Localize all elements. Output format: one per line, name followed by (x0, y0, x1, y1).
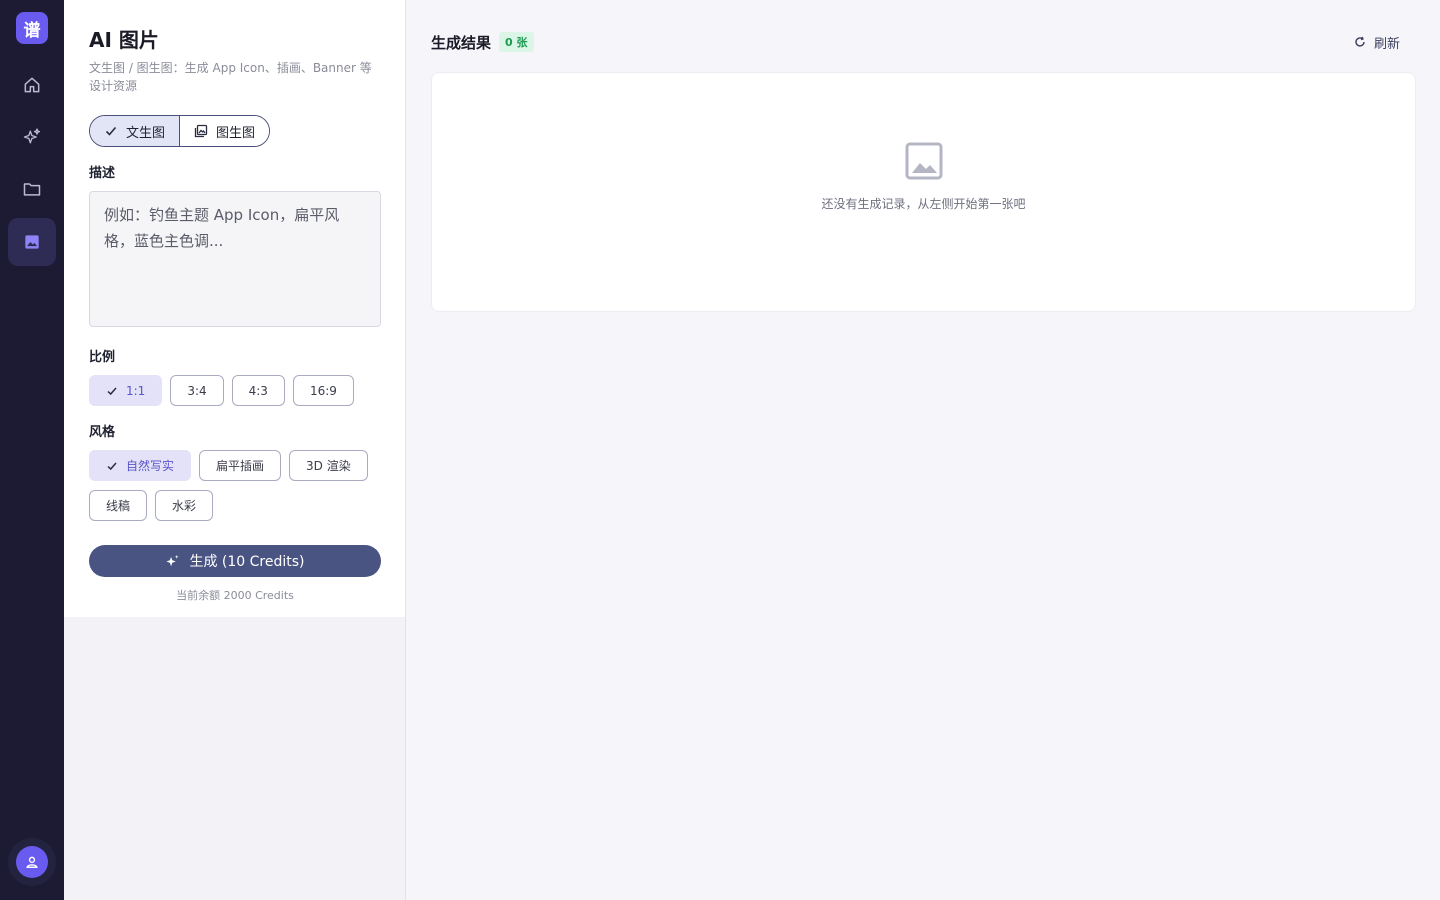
side-rail: 谱 (0, 0, 64, 900)
page-title: AI 图片 (89, 28, 159, 52)
results-empty-card: 还没有生成记录，从左侧开始第一张吧 (431, 72, 1416, 312)
page-subtitle: 文生图 / 图生图：生成 App Icon、插画、Banner 等设计资源 (89, 61, 372, 93)
style-label: 风格 (89, 425, 116, 440)
results-area: 生成结果 0 张 刷新 还没有生成记录，从左侧开始第一张吧 (406, 0, 1440, 900)
mode-text-to-image[interactable]: 文生图 (90, 116, 180, 146)
refresh-button[interactable]: 刷新 (1354, 33, 1400, 52)
ratio-options: 1:1 3:4 4:3 16:9 (89, 375, 381, 406)
chip-label: 3D 渲染 (306, 459, 351, 473)
sparkles-icon (23, 128, 41, 144)
ratio-chip-1-1[interactable]: 1:1 (89, 375, 163, 406)
image-icon (25, 235, 39, 249)
check-icon (105, 126, 117, 136)
refresh-label: 刷新 (1373, 36, 1400, 52)
mode-toggle: 文生图 图生图 (89, 115, 271, 147)
prompt-input[interactable] (89, 191, 381, 327)
home-icon (24, 77, 40, 93)
rail-item-folder[interactable] (8, 165, 56, 213)
ratio-chip-16-9[interactable]: 16:9 (292, 375, 354, 406)
style-options: 自然写实 扁平插画 3D 渲染 线稿 水彩 (89, 450, 381, 521)
chip-label: 线稿 (106, 499, 131, 513)
user-avatar-wrap[interactable] (8, 838, 56, 886)
mode-image-to-image[interactable]: 图生图 (179, 116, 270, 146)
style-chip-watercolor[interactable]: 水彩 (155, 490, 214, 521)
style-chip-line-art[interactable]: 线稿 (89, 490, 148, 521)
refresh-icon (1355, 36, 1365, 47)
user-icon (26, 856, 38, 868)
results-count-badge: 0 张 (499, 32, 534, 52)
generate-button[interactable]: 生成 (10 Credits) (89, 545, 381, 577)
chip-label: 16:9 (309, 383, 337, 398)
app-root: 谱 AI 图片 文生图 / 图生图：生成 App Icon、插画、Banner … (0, 0, 1440, 900)
chip-label: 自然写实 (126, 459, 175, 473)
chip-label: 扁平插画 (216, 459, 265, 473)
style-chip-3d[interactable]: 3D 渲染 (289, 450, 368, 481)
results-title: 生成结果 (431, 33, 492, 52)
sparkles-icon (166, 554, 180, 566)
check-icon (107, 462, 117, 470)
credit-balance: 当前余额 2000 Credits (176, 589, 294, 602)
chip-label: 4:3 (248, 383, 268, 398)
images-icon (194, 124, 208, 138)
check-icon (107, 387, 117, 395)
generate-label: 生成 (10 Credits) (189, 554, 305, 570)
form-panel: AI 图片 文生图 / 图生图：生成 App Icon、插画、Banner 等设… (64, 0, 405, 617)
app-logo[interactable]: 谱 (16, 12, 48, 44)
form-column: AI 图片 文生图 / 图生图：生成 App Icon、插画、Banner 等设… (64, 0, 406, 900)
rail-item-image[interactable] (8, 218, 56, 266)
folder-icon (23, 183, 41, 196)
avatar[interactable] (16, 846, 48, 878)
empty-state-text: 还没有生成记录，从左侧开始第一张吧 (821, 196, 1026, 211)
style-chip-realistic[interactable]: 自然写实 (89, 450, 192, 481)
ratio-chip-3-4[interactable]: 3:4 (170, 375, 224, 406)
rail-item-ai[interactable] (8, 113, 56, 161)
prompt-label: 描述 (89, 166, 116, 181)
chip-label: 1:1 (126, 383, 146, 398)
ratio-label: 比例 (89, 350, 116, 365)
mode-label: 图生图 (216, 125, 256, 141)
mode-label: 文生图 (126, 125, 166, 141)
image-placeholder-icon (905, 142, 942, 179)
chip-label: 水彩 (172, 499, 197, 513)
chip-label: 3:4 (187, 383, 207, 398)
ratio-chip-4-3[interactable]: 4:3 (231, 375, 285, 406)
results-header: 生成结果 0 张 刷新 (431, 30, 1416, 54)
style-chip-flat[interactable]: 扁平插画 (199, 450, 282, 481)
rail-item-home[interactable] (8, 61, 56, 109)
